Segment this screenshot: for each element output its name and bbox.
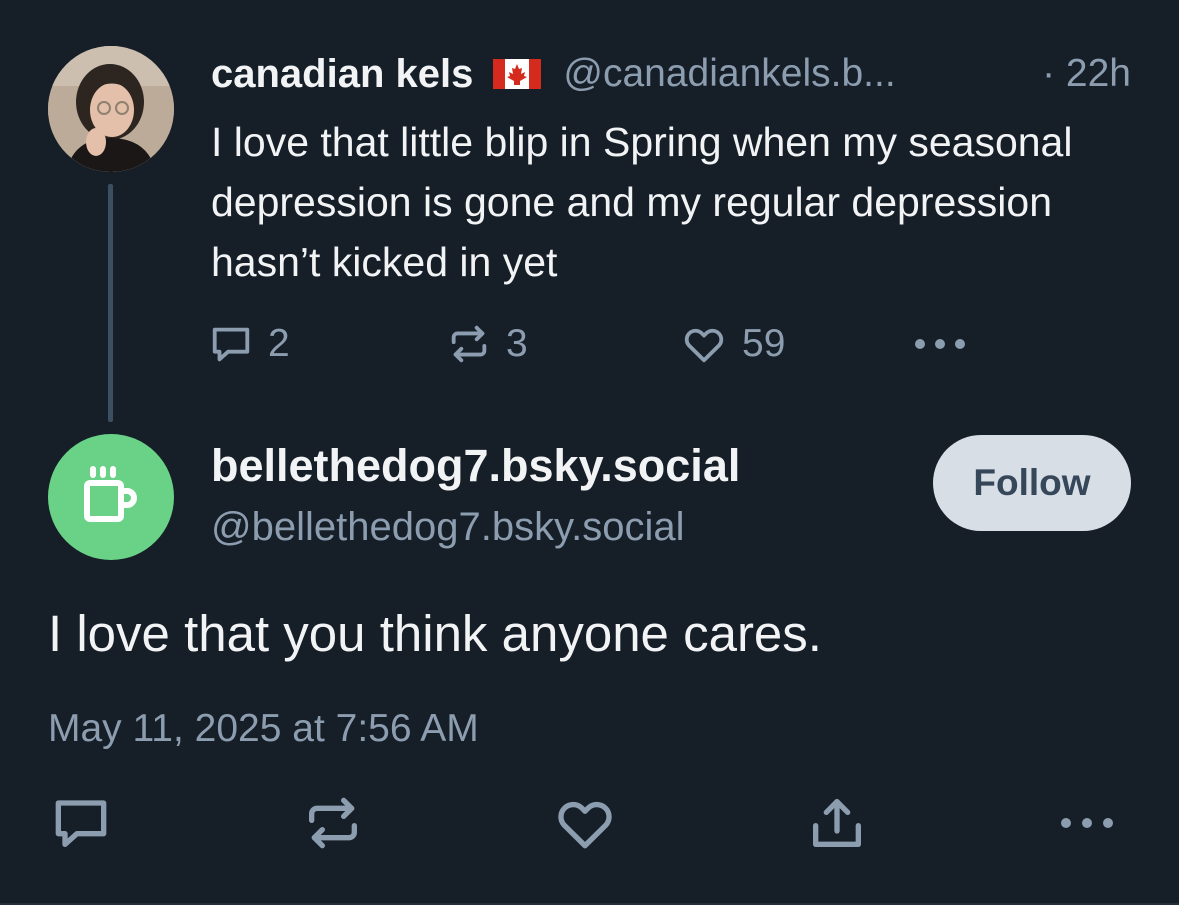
heart-icon <box>680 321 728 367</box>
ellipsis-icon <box>912 334 968 354</box>
parent-more-button[interactable] <box>912 316 968 372</box>
canada-flag-icon <box>493 59 542 89</box>
author-photo-image <box>48 46 174 172</box>
speech-bubble-icon <box>49 791 113 860</box>
parent-post-header: canadian kels @canadiankels.b... · 22h <box>211 48 1131 100</box>
more-options-button[interactable] <box>1052 790 1122 860</box>
speech-bubble-icon <box>208 321 254 367</box>
parent-repost-count: 3 <box>506 322 528 365</box>
reply-post-timestamp: May 11, 2025 at 7:56 AM <box>48 707 479 750</box>
parent-post-text: I love that little blip in Spring when m… <box>211 119 1073 285</box>
parent-author-avatar[interactable] <box>48 46 174 172</box>
parent-action-bar: 2 3 59 <box>208 316 988 372</box>
ellipsis-icon <box>1058 813 1116 838</box>
parent-like-button[interactable]: 59 <box>680 316 785 372</box>
reply-author-name[interactable]: bellethedog7.bsky.social <box>211 440 740 492</box>
parent-repost-button[interactable]: 3 <box>446 316 528 372</box>
repost-button[interactable] <box>298 790 368 860</box>
reply-post-text: I love that you think anyone cares. <box>48 605 822 662</box>
parent-post-age: · 22h <box>1042 52 1131 95</box>
coffee-mug-icon <box>79 463 143 532</box>
parent-author-name[interactable]: canadian kels <box>211 52 473 97</box>
reply-author-avatar[interactable] <box>48 434 174 560</box>
post-thread-view: canadian kels @canadiankels.b... · 22h I… <box>0 0 1179 905</box>
reply-author-handle[interactable]: @bellethedog7.bsky.social <box>211 505 684 550</box>
reply-button[interactable] <box>46 790 116 860</box>
share-upload-icon <box>805 791 869 860</box>
main-action-bar <box>0 790 1179 860</box>
heart-icon <box>552 791 618 860</box>
repost-arrows-icon <box>446 321 492 367</box>
follow-button[interactable]: Follow <box>933 435 1131 531</box>
thread-connector-line <box>108 184 113 422</box>
parent-reply-count: 2 <box>268 322 290 365</box>
parent-like-count: 59 <box>742 322 786 365</box>
parent-author-handle[interactable]: @canadiankels.b... <box>563 52 895 96</box>
like-button[interactable] <box>550 790 620 860</box>
repost-arrows-icon <box>301 791 365 860</box>
parent-reply-button[interactable]: 2 <box>208 316 290 372</box>
share-button[interactable] <box>802 790 872 860</box>
